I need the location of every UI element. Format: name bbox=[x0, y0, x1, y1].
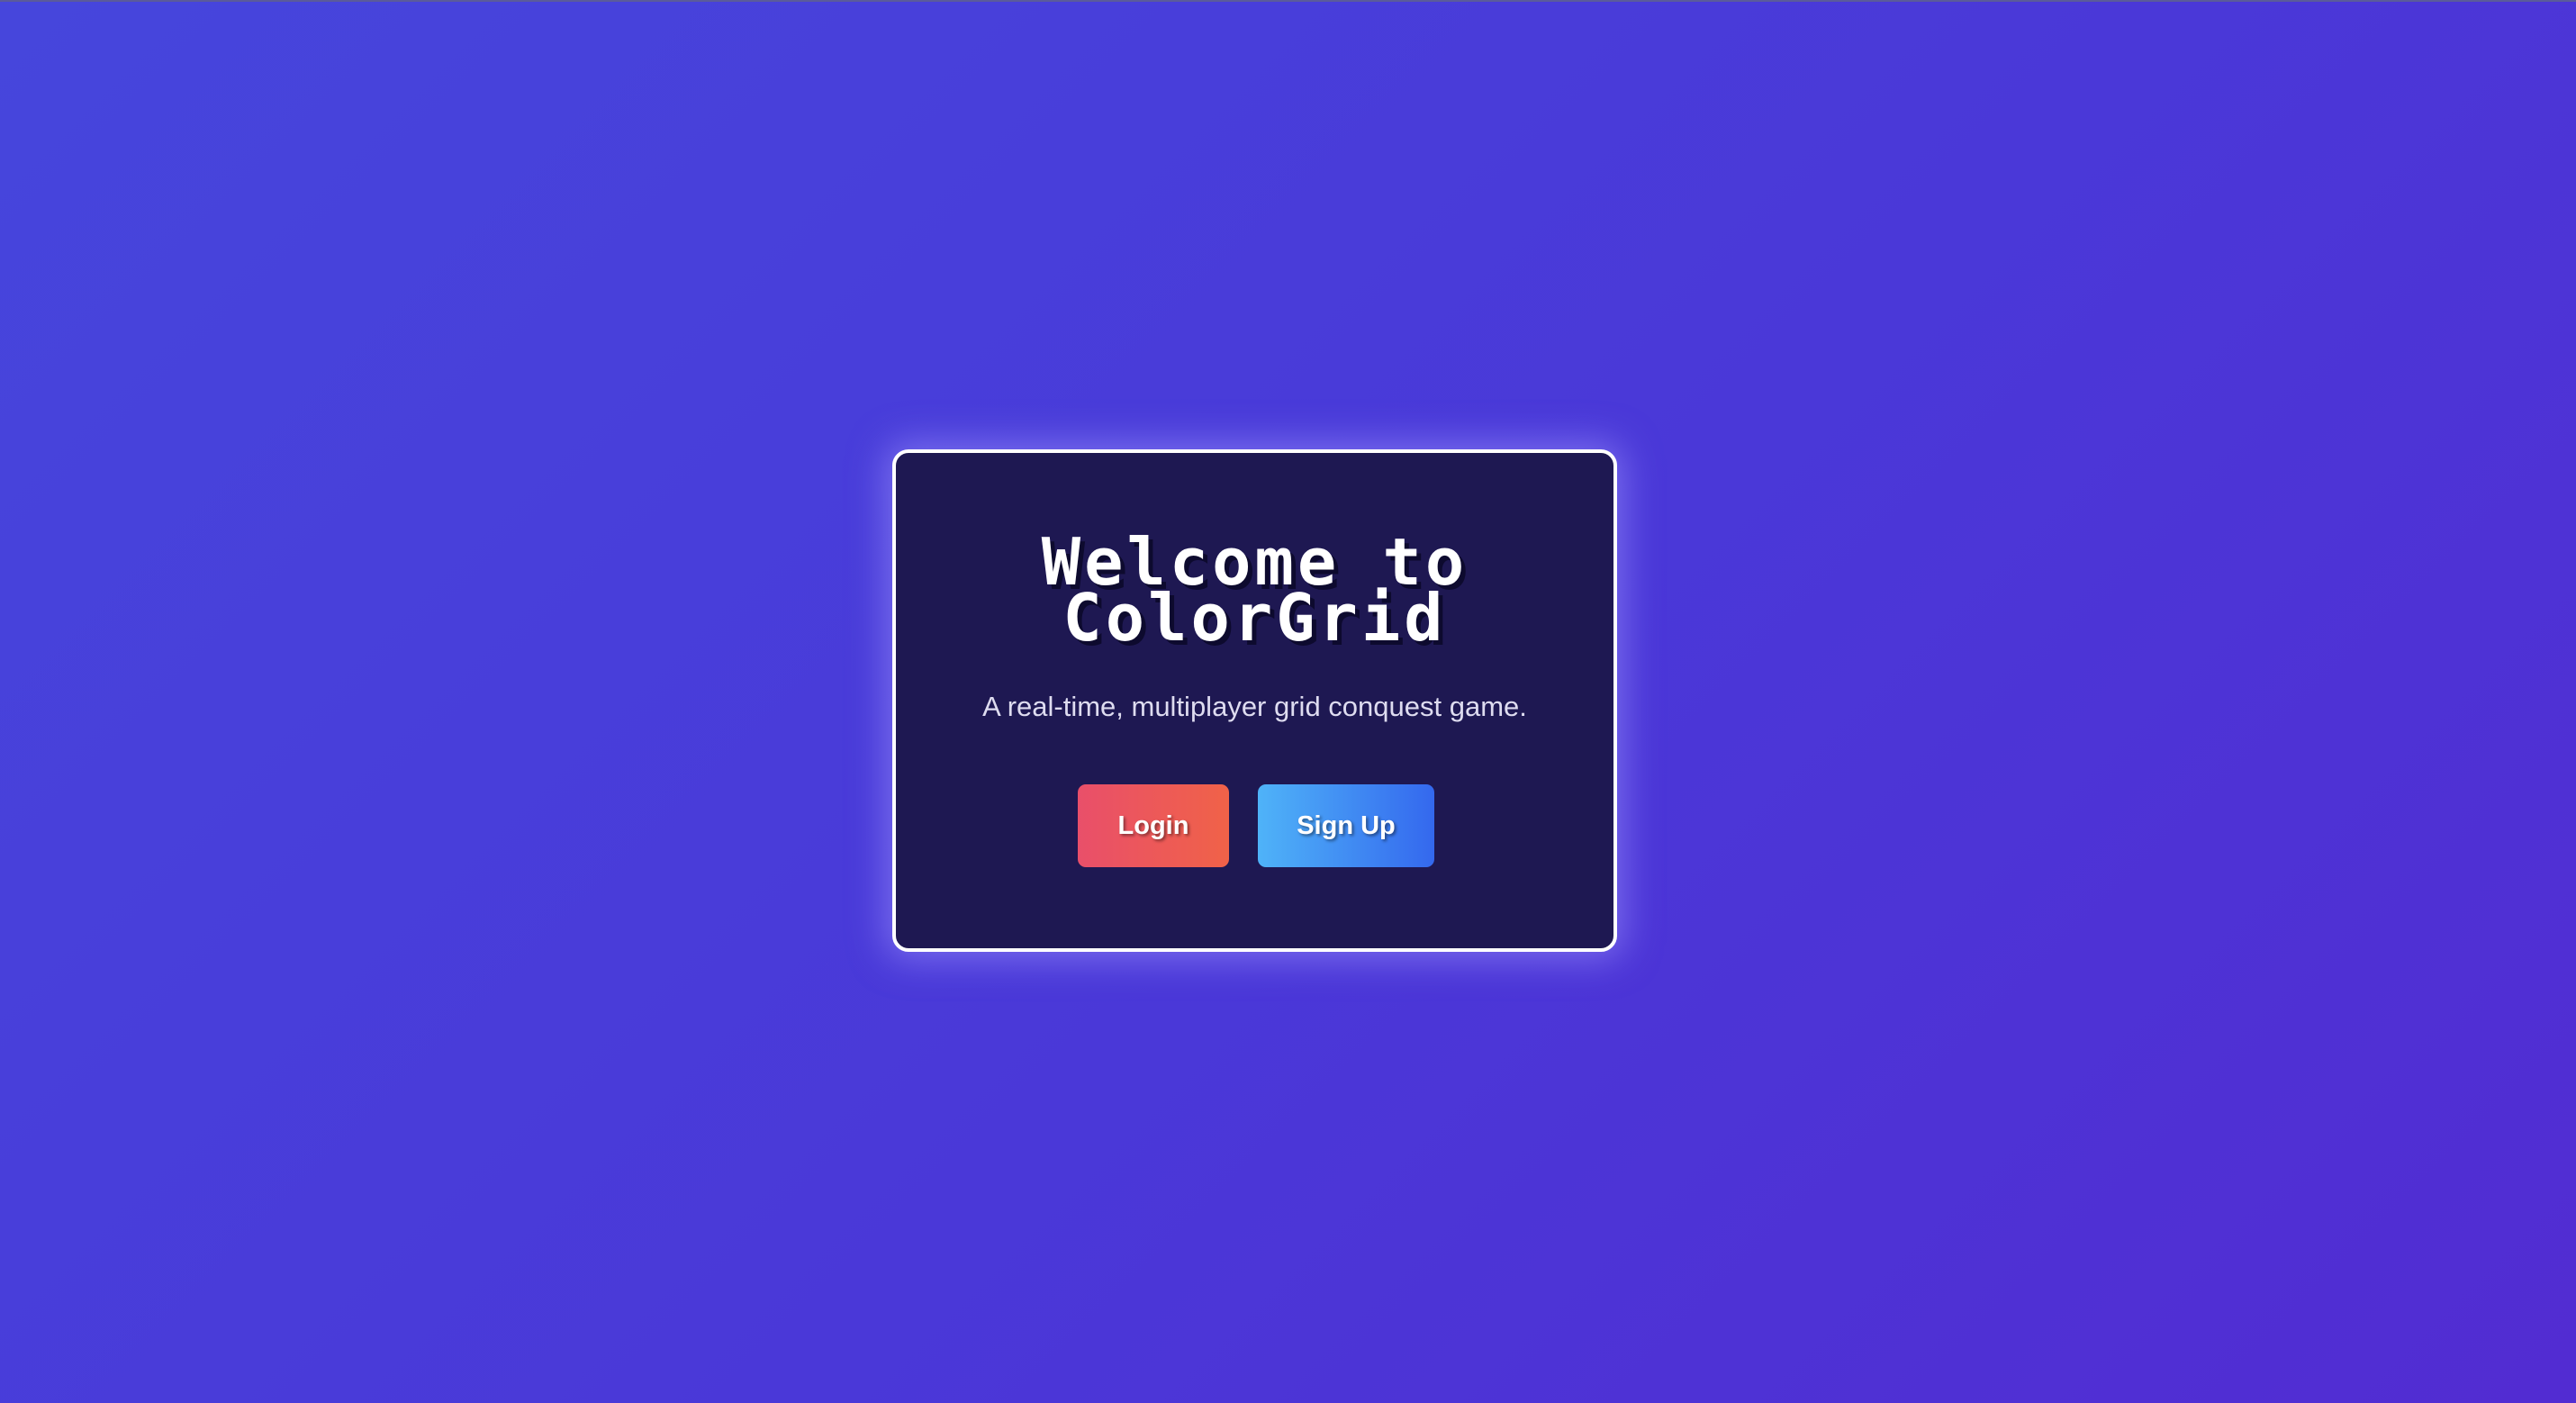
auth-button-group: Login Sign Up bbox=[896, 784, 1613, 867]
title-line-2: ColorGrid bbox=[1062, 580, 1447, 656]
top-border-line bbox=[0, 0, 2576, 2]
sign-up-button[interactable]: Sign Up bbox=[1258, 784, 1434, 867]
tagline: A real-time, multiplayer grid conquest g… bbox=[982, 691, 1527, 722]
page-title: Welcome to ColorGrid bbox=[896, 530, 1613, 650]
welcome-card: Welcome to ColorGrid A real-time, multip… bbox=[892, 449, 1617, 952]
login-button[interactable]: Login bbox=[1078, 784, 1229, 867]
